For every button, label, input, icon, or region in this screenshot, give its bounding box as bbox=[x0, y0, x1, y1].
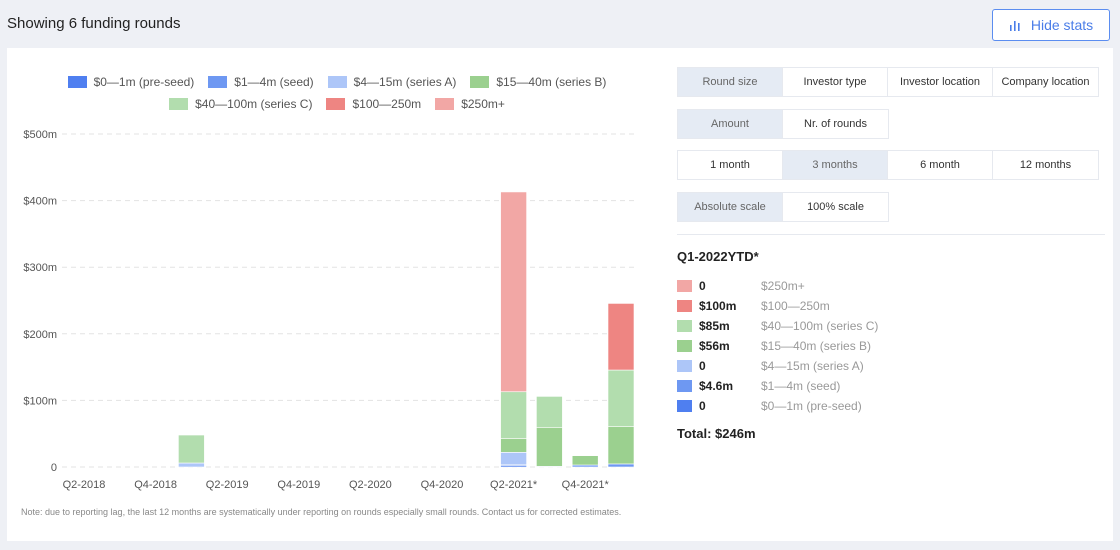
tab-3-months[interactable]: 3 months bbox=[783, 151, 888, 179]
tab-absolute-scale[interactable]: Absolute scale bbox=[678, 193, 783, 221]
tab-company-location[interactable]: Company location bbox=[993, 68, 1098, 96]
tab-1-month[interactable]: 1 month bbox=[678, 151, 783, 179]
bar-segment bbox=[500, 191, 527, 393]
page-title: Showing 6 funding rounds bbox=[7, 15, 181, 32]
stats-value: 0 bbox=[699, 359, 706, 373]
stats-value: $4.6m bbox=[699, 379, 734, 393]
y-tick-label: $200m bbox=[23, 329, 57, 341]
stats-row: $100m $100—250m bbox=[677, 298, 830, 314]
stats-row: 0 $0—1m (pre-seed) bbox=[677, 398, 862, 414]
stats-label: $250m+ bbox=[761, 279, 805, 293]
stats-row: $4.6m $1—4m (seed) bbox=[677, 378, 840, 394]
tab-100-scale[interactable]: 100% scale bbox=[783, 193, 888, 221]
stats-label: $100—250m bbox=[761, 299, 830, 313]
stats-total: Total: $246m bbox=[677, 426, 756, 441]
tab-12-months[interactable]: 12 months bbox=[993, 151, 1098, 179]
x-tick-label: Q4-2019 bbox=[277, 479, 320, 491]
y-tick-label: 0 bbox=[51, 462, 57, 474]
stats-row: $56m $15—40m (series B) bbox=[677, 338, 871, 354]
hide-stats-label: Hide stats bbox=[1030, 17, 1094, 33]
bar-segment bbox=[500, 391, 527, 439]
group-by-tabs: Round size Investor type Investor location… bbox=[677, 67, 1099, 97]
tab-amount[interactable]: Amount bbox=[678, 110, 783, 138]
stats-label: $1—4m (seed) bbox=[761, 379, 841, 393]
x-tick-label: Q4-2018 bbox=[134, 479, 177, 491]
stats-row: 0 $250m+ bbox=[677, 278, 805, 294]
bar-segment bbox=[178, 462, 205, 468]
y-tick-label: $400m bbox=[23, 196, 57, 208]
bar-chart-icon bbox=[1009, 21, 1020, 31]
stats-swatch bbox=[677, 300, 692, 312]
stats-label: $15—40m (series B) bbox=[761, 339, 872, 353]
bar-segment bbox=[571, 455, 599, 466]
x-tick-label: Q2-2020 bbox=[349, 479, 392, 491]
bar-segment bbox=[607, 463, 635, 468]
stats-swatch bbox=[677, 280, 692, 292]
y-tick-label: $300m bbox=[23, 262, 57, 274]
hide-stats-button[interactable]: Hide stats bbox=[992, 9, 1110, 41]
stats-swatch bbox=[677, 340, 692, 352]
stats-label: $40—100m (series C) bbox=[761, 319, 879, 333]
y-tick-label: $100m bbox=[23, 395, 57, 407]
stats-swatch bbox=[677, 380, 692, 392]
stats-row: $85m $40—100m (series C) bbox=[677, 318, 878, 334]
tab-investor-type[interactable]: Investor type bbox=[783, 68, 888, 96]
reporting-note: Note: due to reporting lag, the last 12 … bbox=[21, 507, 622, 517]
stats-value: $85m bbox=[699, 319, 730, 333]
stats-value: 0 bbox=[699, 399, 706, 413]
top-bar: Showing 6 funding rounds Hide stats bbox=[0, 0, 1120, 48]
x-tick-label: Q4-2020 bbox=[421, 479, 464, 491]
scale-tabs: Absolute scale 100% scale bbox=[677, 192, 889, 222]
tab-6-month[interactable]: 6 month bbox=[888, 151, 993, 179]
tab-nr-of-rounds[interactable]: Nr. of rounds bbox=[783, 110, 888, 138]
metric-tabs: Amount Nr. of rounds bbox=[677, 109, 889, 139]
stats-label: $4—15m (series A) bbox=[761, 359, 864, 373]
y-tick-label: $500m bbox=[23, 129, 57, 141]
bar-segment bbox=[536, 396, 563, 429]
stats-swatch bbox=[677, 360, 692, 372]
bar-segment bbox=[178, 434, 205, 464]
bar-segment bbox=[607, 303, 635, 371]
x-tick-label: Q2-2019 bbox=[206, 479, 249, 491]
bar-segment bbox=[607, 369, 635, 427]
stats-label: $0—1m (pre-seed) bbox=[761, 399, 862, 413]
x-tick-label: Q2-2021* bbox=[490, 479, 538, 491]
funding-chart: 0 $100m $200m $300m $400m $500m Q2-2018 Q4-2018… bbox=[23, 129, 638, 491]
stats-value: $56m bbox=[699, 339, 730, 353]
bar-segment bbox=[500, 438, 527, 453]
stats-value: 0 bbox=[699, 279, 706, 293]
bar-segment bbox=[607, 426, 635, 465]
stats-value: $100m bbox=[699, 299, 737, 313]
chart-card: $0—1m (pre-seed) $1—4m (seed) $4—15m (seri… bbox=[7, 48, 1113, 541]
stats-title: Q1-2022YTD* bbox=[677, 249, 759, 264]
x-tick-label: Q4-2021* bbox=[562, 479, 610, 491]
period-tabs: 1 month 3 months 6 month 12 months bbox=[677, 150, 1099, 180]
divider bbox=[677, 234, 1105, 235]
tab-round-size[interactable]: Round size bbox=[678, 68, 783, 96]
stats-swatch bbox=[677, 320, 692, 332]
stats-swatch bbox=[677, 400, 692, 412]
x-tick-label: Q2-2018 bbox=[63, 479, 106, 491]
stats-row: 0 $4—15m (series A) bbox=[677, 358, 864, 374]
bar-segment bbox=[536, 427, 563, 467]
bar-segment bbox=[500, 452, 527, 465]
tab-investor-location[interactable]: Investor location bbox=[888, 68, 993, 96]
